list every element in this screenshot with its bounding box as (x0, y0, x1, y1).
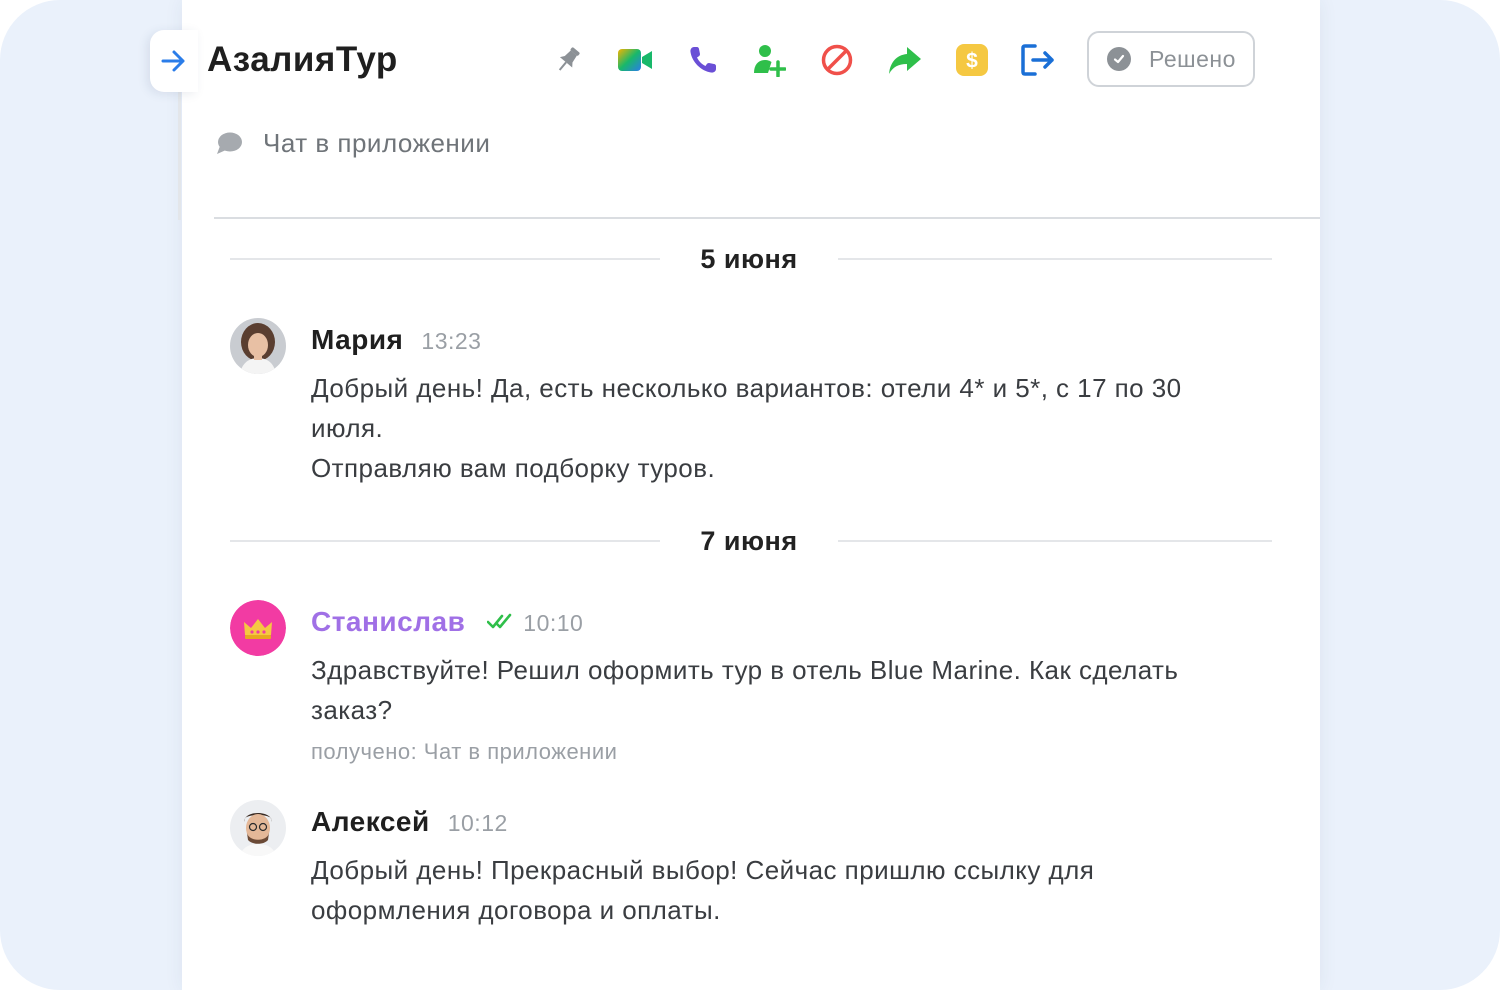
add-user-icon (754, 45, 786, 77)
header-divider (214, 217, 1320, 219)
resolve-button[interactable]: Решено (1087, 31, 1255, 87)
avatar[interactable] (230, 600, 286, 656)
operator-avatar-image (230, 318, 286, 374)
add-user-button[interactable] (749, 40, 789, 80)
date-separator: 7 июня (230, 521, 1272, 561)
message-time: 10:10 (523, 610, 584, 636)
message-header: Станислав 10:10 (311, 606, 583, 638)
conversation-title: АзалияТур (207, 40, 398, 79)
date-label: 7 июня (700, 526, 798, 556)
crown-icon (230, 600, 286, 656)
resolve-label: Решено (1149, 45, 1236, 72)
channel-indicator: Чат в приложении (215, 128, 490, 159)
pin-icon (558, 47, 580, 71)
payment-button[interactable]: $ (952, 40, 992, 80)
svg-text:$: $ (966, 50, 978, 73)
message-text: Добрый день! Прекрасный выбор! Сейчас пр… (311, 850, 1191, 930)
message-source: получено: Чат в приложении (311, 739, 618, 764)
phone-call-button[interactable] (683, 40, 723, 80)
message-item: Алексей 10:12 Добрый день! Прекрасный вы… (230, 800, 1230, 940)
author-name[interactable]: Станислав (311, 606, 465, 638)
payment-icon: $ (956, 44, 988, 76)
forward-button[interactable] (885, 40, 925, 80)
avatar[interactable] (230, 318, 286, 374)
author-name[interactable]: Алексей (311, 806, 430, 838)
message-header: Мария 13:23 (311, 324, 481, 356)
app-background: АзалияТур $ Решено Чат в приложении 5 ию… (0, 0, 1500, 990)
video-call-button[interactable] (615, 40, 655, 80)
avatar[interactable] (230, 800, 286, 856)
message-item: Мария 13:23 Добрый день! Да, есть нескол… (230, 318, 1230, 488)
pin-button[interactable] (548, 40, 588, 80)
message-time: 10:12 (447, 810, 508, 836)
block-button[interactable] (817, 40, 857, 80)
message-line: Добрый день! Прекрасный выбор! Сейчас пр… (311, 855, 1095, 925)
back-button[interactable] (150, 30, 198, 92)
message-text: Добрый день! Да, есть несколько варианто… (311, 368, 1191, 488)
video-call-icon (618, 49, 652, 71)
message-item: Станислав 10:10 Здравствуйте! Решил офор… (230, 600, 1230, 770)
operator-avatar-image (230, 800, 286, 856)
exit-button[interactable] (1018, 40, 1058, 80)
arrow-right-icon (161, 50, 185, 72)
message-line: Добрый день! Да, есть несколько варианто… (311, 373, 1182, 443)
message-header: Алексей 10:12 (311, 806, 508, 838)
message-time: 13:23 (421, 328, 482, 354)
forward-icon (889, 47, 921, 74)
date-label: 5 июня (700, 244, 798, 274)
message-line: Отправляю вам подборку туров. (311, 453, 716, 483)
author-name[interactable]: Мария (311, 324, 403, 356)
panel-left-border (178, 90, 181, 220)
message-text: Здравствуйте! Решил оформить тур в отель… (311, 650, 1191, 774)
double-check-icon (487, 613, 512, 629)
channel-label: Чат в приложении (263, 128, 491, 158)
message-line: Здравствуйте! Решил оформить тур в отель… (311, 655, 1179, 725)
check-circle-icon (1107, 47, 1131, 71)
block-icon (821, 44, 853, 76)
exit-icon (1021, 44, 1054, 76)
date-separator: 5 июня (230, 239, 1272, 279)
phone-icon (690, 47, 716, 73)
chat-bubble-icon (217, 132, 242, 154)
